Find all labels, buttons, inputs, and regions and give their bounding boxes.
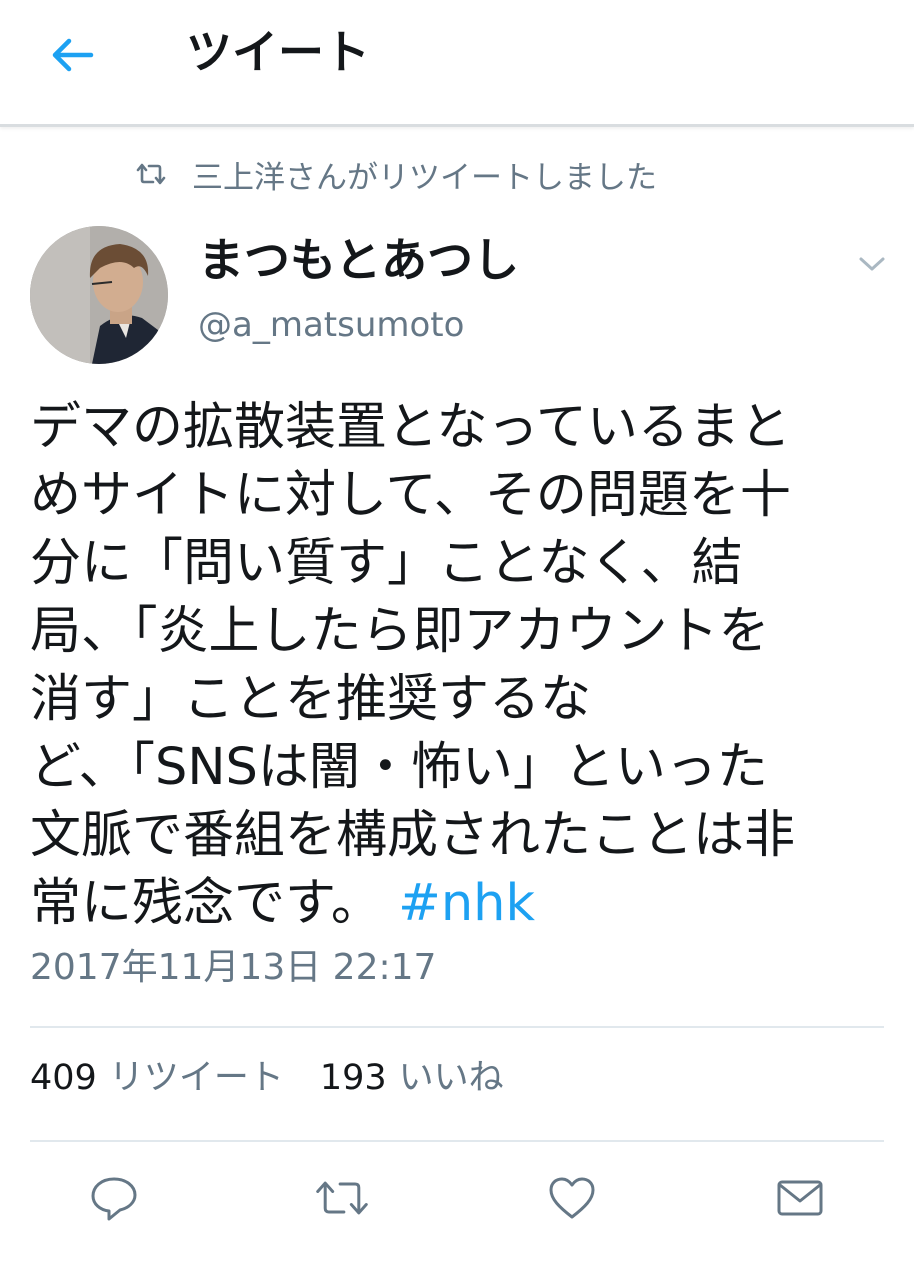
retweet-icon [134, 156, 170, 192]
retweet-count: 409 [30, 1058, 97, 1098]
chevron-down-icon [859, 257, 885, 271]
divider [30, 1140, 884, 1142]
retweets-stat[interactable]: 409 リツイート [30, 1054, 320, 1102]
tweet-text-line: デマの拡散装置となっているまと [30, 398, 791, 457]
hashtag-link[interactable]: #nhk [398, 874, 535, 933]
reply-button[interactable] [86, 1170, 142, 1226]
author-display-name[interactable]: まつもとあつし [198, 232, 519, 288]
arrow-left-icon [52, 38, 94, 72]
avatar[interactable] [30, 226, 168, 364]
author-handle[interactable]: @a_matsumoto [198, 302, 464, 348]
tweet-text-line: 局、「炎上したら即アカウントを [30, 602, 770, 661]
retweet-notice[interactable]: 三上洋さんがリツイートしました [134, 152, 657, 196]
reply-icon [91, 1177, 137, 1221]
like-count: 193 [319, 1058, 387, 1098]
envelope-icon [777, 1180, 823, 1216]
tweet-actions [0, 1170, 914, 1234]
back-button[interactable] [44, 32, 100, 78]
like-button[interactable] [544, 1170, 600, 1226]
tweet-text-line-end: 常に残念です。 [30, 874, 382, 933]
tweet-text-line: 消す」ことを推奨するな [30, 670, 592, 729]
divider [30, 1026, 884, 1028]
tweet-text: デマの拡散装置となっているまと めサイトに対して、その問題を十 分に「問い質す」… [30, 394, 880, 938]
retweet-button[interactable] [314, 1170, 370, 1226]
tweet-text-line: めサイトに対して、その問題を十 [30, 466, 791, 525]
heart-icon [549, 1177, 595, 1219]
app-header: ツイート [0, 0, 914, 127]
retweet-notice-text: 三上洋さんがリツイートしました [192, 159, 657, 196]
tweet-text-line: ど、「SNSは闇・怖い」といった [30, 738, 768, 797]
likes-stat[interactable]: 193 いいね [320, 1054, 540, 1102]
tweet-menu-button[interactable] [852, 248, 892, 280]
tweet-text-line: 文脈で番組を構成されたことは非 [30, 806, 796, 865]
retweet-icon [316, 1181, 368, 1215]
retweet-label: リツイート [108, 1058, 284, 1098]
like-label: いいね [398, 1058, 504, 1098]
tweet-text-last-line: 常に残念です。 #nhk [30, 870, 880, 938]
tweet-text-line: 分に「問い質す」ことなく、結 [30, 534, 743, 593]
page-title: ツイート [186, 25, 370, 79]
tweet-timestamp[interactable]: 2017年11月13日 22:17 [30, 944, 436, 992]
tweet-stats: 409 リツイート 193 いいね [30, 1054, 540, 1102]
direct-message-button[interactable] [772, 1170, 828, 1226]
